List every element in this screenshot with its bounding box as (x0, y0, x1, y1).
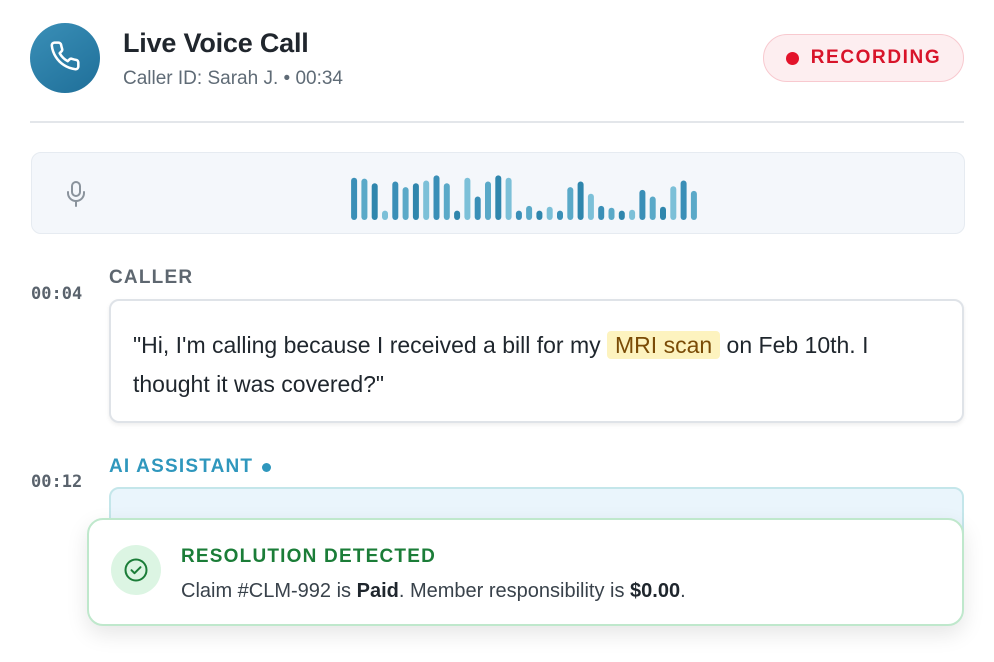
waveform-bar (690, 190, 697, 220)
caller-info: Caller ID: Sarah J. • 00:34 (123, 68, 343, 90)
waveform-bar (515, 210, 522, 220)
toast-text: . (680, 580, 686, 602)
speaker-label-ai-text: AI ASSISTANT (109, 456, 254, 477)
audio-waveform-panel (31, 152, 965, 234)
header-divider (30, 121, 964, 123)
toast-text: . Member responsibility is (398, 580, 631, 602)
message-text: "Hi, I'm calling because I received a bi… (133, 332, 608, 358)
caller-message: "Hi, I'm calling because I received a bi… (109, 299, 964, 423)
toast-text: Claim #CLM-992 is (181, 580, 357, 602)
live-indicator-icon (262, 462, 272, 472)
phone-icon (49, 40, 81, 77)
waveform-bar (557, 210, 563, 220)
waveform-bar (433, 175, 440, 220)
call-avatar (30, 23, 100, 93)
audio-waveform (351, 175, 697, 220)
waveform-bar (598, 205, 605, 220)
waveform-bar (392, 181, 399, 220)
waveform-bar (382, 210, 388, 220)
waveform-bar (526, 205, 533, 220)
waveform-bar (546, 206, 553, 220)
recording-dot-icon (785, 51, 799, 65)
waveform-bar (639, 189, 646, 220)
caller-name: Sarah J. (207, 68, 279, 89)
caller-separator: • (278, 68, 296, 89)
timestamp: 00:12 (31, 472, 83, 492)
waveform-bar (402, 187, 409, 220)
waveform-bar (608, 207, 615, 220)
waveform-bar (660, 206, 666, 220)
caller-id-prefix: Caller ID: (123, 68, 208, 89)
timestamp: 00:04 (31, 284, 83, 304)
recording-badge: RECORDING (763, 34, 964, 82)
waveform-bar (577, 181, 584, 220)
member-responsibility-amount: $0.00 (630, 580, 681, 602)
waveform-bar (649, 196, 656, 220)
waveform-bar (474, 196, 481, 220)
speaker-label-ai: AI ASSISTANT (109, 456, 272, 478)
claim-status: Paid (356, 580, 399, 602)
call-title: Live Voice Call (123, 28, 309, 58)
waveform-bar (351, 177, 358, 220)
waveform-bar (454, 210, 461, 220)
waveform-bar (670, 186, 677, 220)
microphone-icon[interactable] (65, 180, 87, 213)
waveform-bar (371, 183, 378, 220)
highlighted-term[interactable]: MRI scan (607, 331, 721, 359)
waveform-bar (485, 181, 491, 220)
toast-message: Claim #CLM-992 is Paid. Member responsib… (181, 580, 686, 603)
waveform-bar (618, 210, 625, 220)
waveform-bar (361, 178, 368, 220)
waveform-bar (495, 175, 502, 220)
speaker-label-caller: CALLER (109, 267, 194, 288)
waveform-bar (443, 183, 450, 220)
waveform-bar (423, 180, 430, 220)
waveform-bar (536, 210, 543, 220)
call-header: Live Voice Call Caller ID: Sarah J. • 00… (30, 22, 964, 94)
waveform-bar (412, 183, 419, 220)
waveform-bar (464, 177, 471, 220)
waveform-bar (505, 177, 512, 220)
waveform-bar (587, 193, 594, 220)
waveform-bar (680, 180, 687, 220)
waveform-bar (567, 187, 574, 220)
check-circle-icon (111, 545, 161, 595)
toast-title: RESOLUTION DETECTED (181, 546, 437, 567)
resolution-toast[interactable]: RESOLUTION DETECTED Claim #CLM-992 is Pa… (87, 518, 964, 626)
waveform-bar (629, 209, 636, 220)
recording-label: RECORDING (810, 47, 942, 68)
call-duration: 00:34 (295, 68, 343, 89)
